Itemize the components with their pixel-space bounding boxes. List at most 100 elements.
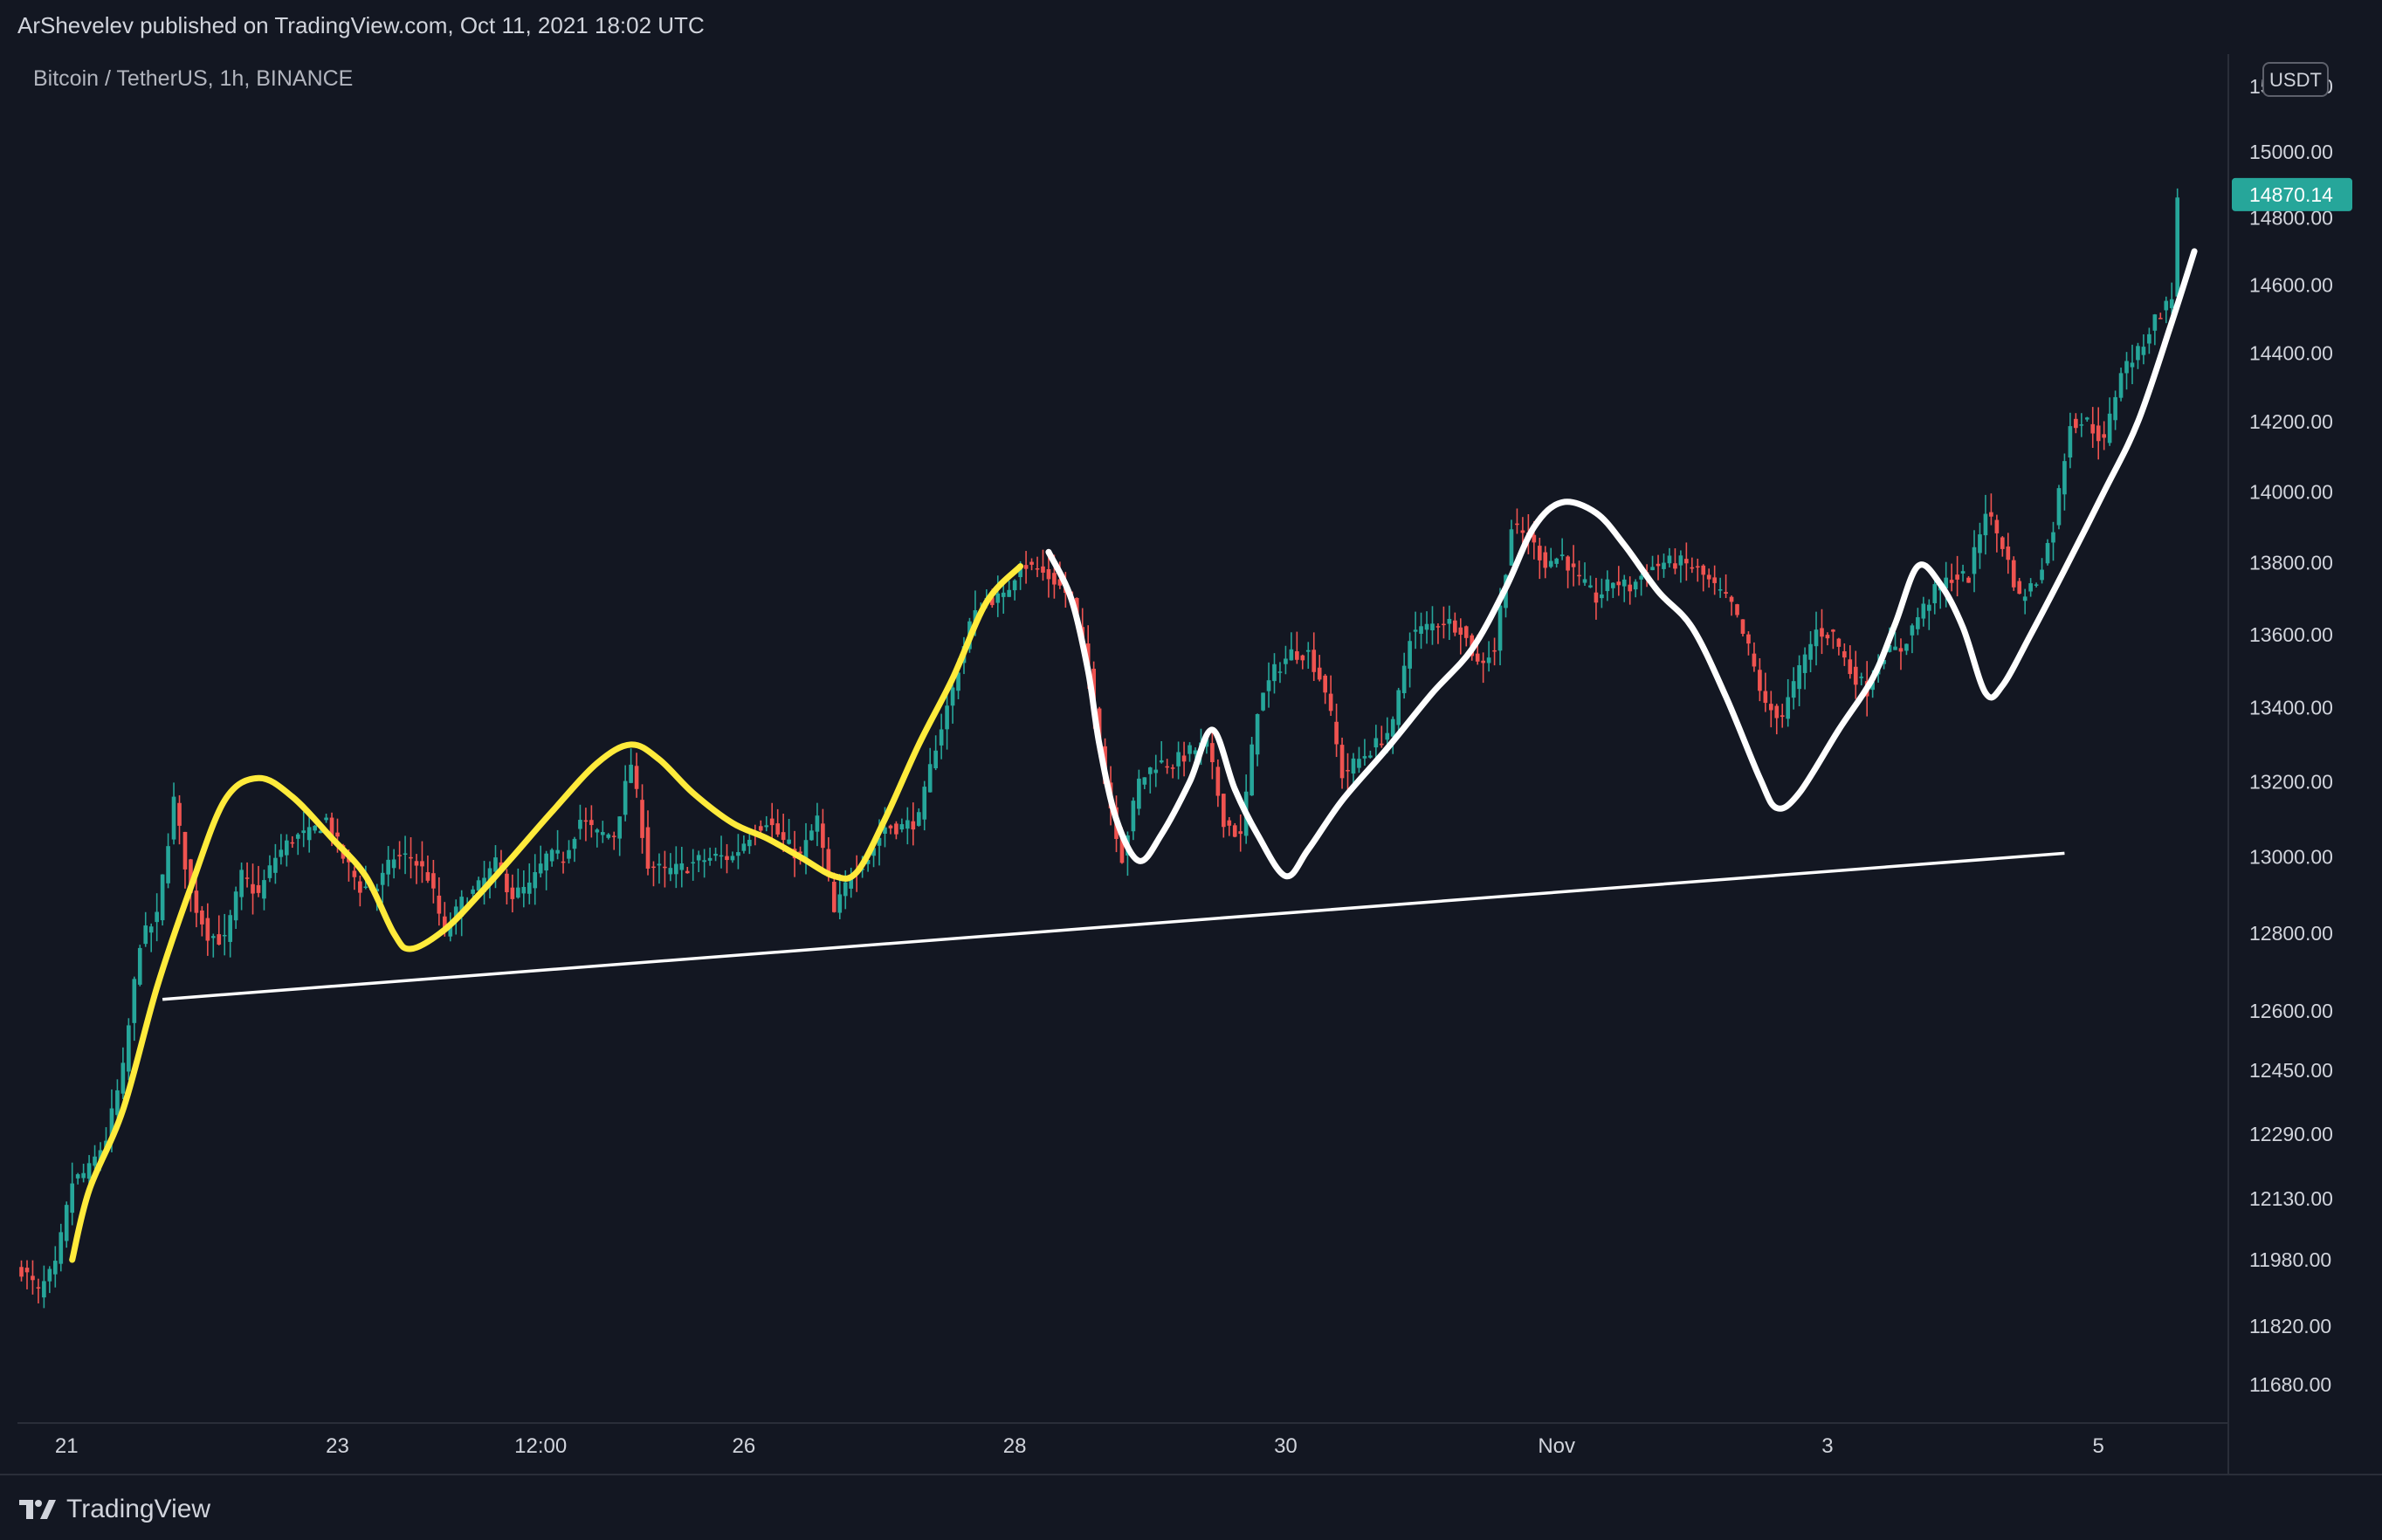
candle-body xyxy=(1289,649,1294,661)
candle xyxy=(64,1201,69,1248)
candle-body xyxy=(425,872,430,881)
candle-body xyxy=(837,894,843,913)
candle-body xyxy=(747,839,752,847)
candle-body xyxy=(403,853,408,856)
candle-body xyxy=(1673,563,1677,569)
candle-body xyxy=(2011,560,2016,588)
candle-body xyxy=(200,910,204,925)
candle-body xyxy=(59,1232,64,1264)
candle-body xyxy=(505,873,509,892)
candle-body xyxy=(713,853,718,856)
candle-body xyxy=(899,824,905,830)
symbol-title[interactable]: Bitcoin / TetherUS, 1h, BINANCE xyxy=(33,66,353,92)
candle-body xyxy=(843,882,848,897)
candle-body xyxy=(1548,560,1553,567)
candle-body xyxy=(1515,523,1519,526)
candle-body xyxy=(702,860,706,863)
candle xyxy=(2045,539,2050,566)
candle-body xyxy=(1266,680,1271,691)
candle-body xyxy=(674,863,678,875)
candle-body xyxy=(911,821,916,830)
candle xyxy=(2056,485,2062,530)
candle-body xyxy=(2056,488,2062,526)
currency-badge[interactable]: USDT xyxy=(2262,62,2329,97)
price-tick-label: 14000.00 xyxy=(2249,480,2333,503)
chart-background xyxy=(0,54,2382,1474)
candle-body xyxy=(815,815,820,832)
candle-body xyxy=(1831,629,1835,632)
candle-body xyxy=(1159,760,1164,763)
candle-body xyxy=(1305,650,1311,652)
candle-body xyxy=(1577,574,1581,577)
price-tick-label: 13000.00 xyxy=(2249,846,2333,869)
candle-body xyxy=(1379,743,1384,746)
price-tick-label: 15000.00 xyxy=(2249,141,2333,163)
candle-body xyxy=(1277,671,1283,673)
candle-body xyxy=(228,915,233,942)
candle-body xyxy=(239,870,244,897)
candle xyxy=(1232,822,1237,838)
candle-body xyxy=(1616,581,1621,586)
candle-body xyxy=(1210,743,1215,763)
candle-body xyxy=(75,1174,80,1179)
price-chart[interactable]: 11680.00 11820.00 11980.00 12130.00 12290.00… xyxy=(0,0,2382,1474)
candle-body xyxy=(267,865,272,878)
candle-body xyxy=(1768,704,1773,711)
price-tick-label: 13600.00 xyxy=(2249,623,2333,646)
candle-body xyxy=(1904,643,1909,651)
candle-body xyxy=(166,846,170,883)
candle-body xyxy=(363,886,368,889)
candle-body xyxy=(736,852,740,856)
candle-body xyxy=(1238,831,1243,835)
candle-body xyxy=(567,849,571,859)
candle-body xyxy=(2136,346,2140,361)
candle-body xyxy=(1435,626,1441,628)
candle-body xyxy=(1311,650,1317,672)
candle-body xyxy=(1763,691,1768,704)
candle xyxy=(2175,188,2180,307)
candle-body xyxy=(1046,568,1051,580)
candle-body xyxy=(1357,759,1361,768)
candle-body xyxy=(1752,653,1757,667)
candle-body xyxy=(143,925,148,945)
candle-body xyxy=(1588,585,1593,588)
candle-body xyxy=(1600,594,1604,599)
candle-body xyxy=(324,817,328,821)
candle-body xyxy=(313,825,317,831)
candle-body xyxy=(1300,655,1305,661)
candle-body xyxy=(1898,648,1904,652)
candle-body xyxy=(132,979,137,1023)
candle-body xyxy=(623,780,628,815)
candle-body xyxy=(640,800,644,838)
candle-body xyxy=(1351,758,1356,774)
candle-body xyxy=(2000,537,2005,549)
candle-body xyxy=(2034,584,2039,586)
candle-body xyxy=(1955,574,1959,580)
candle-body xyxy=(47,1268,52,1282)
candle-body xyxy=(1023,565,1029,569)
candle-body xyxy=(1921,603,1926,619)
tradingview-brand[interactable]: TradingView xyxy=(19,1495,210,1524)
candle-body xyxy=(409,856,413,859)
price-tick-label: 11680.00 xyxy=(2249,1373,2331,1396)
candle-body xyxy=(1916,616,1920,629)
price-tick-label: 12800.00 xyxy=(2249,922,2333,945)
candle xyxy=(1250,737,1254,796)
candle-body xyxy=(1960,571,1965,574)
candle-body xyxy=(922,787,927,820)
candle-body xyxy=(1802,654,1807,673)
candle-body xyxy=(127,1025,131,1072)
candle-body xyxy=(2147,333,2151,344)
candle-body xyxy=(1633,581,1638,590)
candle-body xyxy=(1729,596,1734,602)
candle-body xyxy=(24,1268,30,1273)
candle-body xyxy=(1165,766,1170,768)
candle-body xyxy=(1571,563,1576,567)
candle-body xyxy=(1142,777,1147,785)
candle-body xyxy=(148,926,154,933)
candle-body xyxy=(1808,643,1813,660)
candle-body xyxy=(210,936,216,938)
price-tick-label: 14600.00 xyxy=(2249,273,2333,296)
candle-body xyxy=(1181,755,1187,762)
candle-body xyxy=(1780,715,1785,718)
